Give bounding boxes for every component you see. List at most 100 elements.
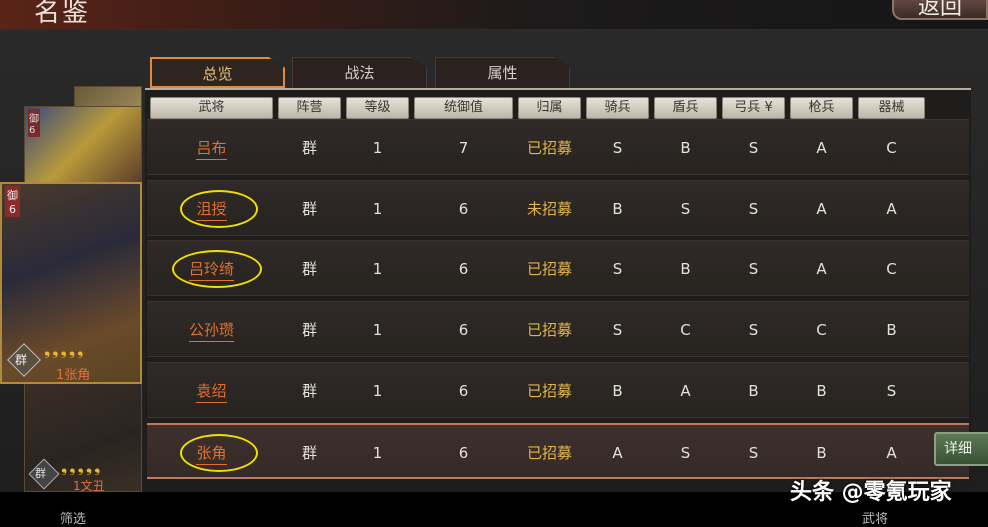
general-card[interactable]: 御6 <box>24 106 142 186</box>
cell-cost: 6 <box>458 260 469 278</box>
cell-shield: A <box>680 382 691 400</box>
cell-camp: 群 <box>301 382 317 400</box>
page-title: 名鉴 <box>34 0 91 28</box>
card-badge: 御6 <box>5 186 20 217</box>
cell-spear: B <box>816 382 827 400</box>
highlight-circle <box>180 434 258 472</box>
cell-shield: B <box>680 260 691 278</box>
cell-status: 已招募 <box>526 321 572 339</box>
title-bar: 名鉴 <box>0 0 988 30</box>
column-header-shield[interactable]: 盾兵 <box>654 97 717 119</box>
cell-spear: A <box>816 200 827 218</box>
column-header-siege[interactable]: 器械 <box>858 97 925 119</box>
cell-siege: A <box>886 200 897 218</box>
general-card[interactable]: ❟❟❟❟❟ 群 1文丑 <box>24 380 142 493</box>
column-header-cavalry[interactable]: 骑兵 <box>586 97 649 119</box>
tab-overview[interactable]: 总览 <box>150 57 285 88</box>
rarity-icons: ❟❟❟❟❟ <box>61 457 103 476</box>
highlight-circle <box>180 190 258 228</box>
column-header-general[interactable]: 武将 <box>150 97 273 119</box>
cell-camp: 群 <box>301 444 317 462</box>
detail-button[interactable]: 详细 <box>934 432 988 466</box>
cell-camp: 群 <box>301 260 317 278</box>
cell-cost: 6 <box>458 444 469 462</box>
cell-status: 已招募 <box>526 382 572 400</box>
cell-level: 1 <box>372 260 383 278</box>
cell-level: 1 <box>372 321 383 339</box>
cell-shield: S <box>680 444 691 462</box>
cell-archer: S <box>748 444 759 462</box>
card-label: 1张角 <box>56 368 91 383</box>
cell-cost: 6 <box>458 200 469 218</box>
cell-shield: C <box>680 321 691 339</box>
cell-siege: A <box>886 444 897 462</box>
cell-archer: B <box>748 382 759 400</box>
general-name-link[interactable]: 公孙瓒 <box>188 321 234 342</box>
card-label: 1文丑 <box>73 479 105 493</box>
table-row[interactable]: 吕布 群 1 7 已招募 S B S A C <box>147 119 969 175</box>
cell-cost: 6 <box>458 321 469 339</box>
column-header-spear[interactable]: 枪兵 <box>790 97 853 119</box>
cell-siege: C <box>886 139 897 157</box>
cell-archer: S <box>748 200 759 218</box>
camp-badge: 群 <box>15 353 28 367</box>
cell-spear: A <box>816 260 827 278</box>
cell-archer: S <box>748 321 759 339</box>
cell-general: 公孙瓒 <box>150 302 273 358</box>
cell-level: 1 <box>372 444 383 462</box>
table-row[interactable]: 袁绍 群 1 6 已招募 B A B B S <box>147 362 969 418</box>
generals-count-label: 武将 <box>862 512 889 527</box>
cell-siege: S <box>886 382 897 400</box>
cell-status: 未招募 <box>526 200 572 218</box>
column-header-level[interactable]: 等级 <box>346 97 409 119</box>
cell-cavalry: S <box>612 139 623 157</box>
rarity-icons: ❟❟❟❟❟ <box>44 340 86 359</box>
double-chevron-down-icon: ¥ <box>764 100 773 115</box>
column-header-cost[interactable]: 统御值 <box>414 97 513 119</box>
cell-shield: S <box>680 200 691 218</box>
cell-spear: C <box>816 321 827 339</box>
cell-cavalry: B <box>612 200 623 218</box>
cell-cost: 6 <box>458 382 469 400</box>
tab-attributes[interactable]: 属性 <box>435 57 570 88</box>
filter-button[interactable]: 筛选 <box>60 508 86 527</box>
cell-general: 袁绍 <box>150 363 273 419</box>
cell-status: 已招募 <box>526 139 572 157</box>
cell-spear: A <box>816 139 827 157</box>
cell-level: 1 <box>372 200 383 218</box>
cell-cost: 7 <box>458 139 469 157</box>
column-header-archer[interactable]: 弓兵 ¥ <box>722 97 785 119</box>
cell-status: 已招募 <box>526 444 572 462</box>
cell-camp: 群 <box>301 321 317 339</box>
column-header-camp[interactable]: 阵营 <box>278 97 341 119</box>
table-row[interactable]: 吕玲绮群 1 6 已招募 S B S A C <box>147 240 969 296</box>
tab-tactics[interactable]: 战法 <box>292 57 427 88</box>
cell-cavalry: S <box>612 260 623 278</box>
column-header-status[interactable]: 归属 <box>518 97 581 119</box>
highlight-circle <box>172 250 262 288</box>
cell-cavalry: B <box>612 382 623 400</box>
cell-siege: C <box>886 260 897 278</box>
cell-level: 1 <box>372 139 383 157</box>
table-row[interactable]: 张角群 1 6 已招募 A S S B A <box>147 423 969 479</box>
table-row[interactable]: 沮授群 1 6 未招募 B S S A A <box>147 180 969 236</box>
watermark: 头条 @零氪玩家 <box>790 480 952 505</box>
selected-general-card[interactable]: 御6 群 ❟❟❟❟❟ 1张角 <box>0 182 142 384</box>
general-name-link[interactable]: 吕布 <box>196 139 227 160</box>
table-row[interactable]: 公孙瓒 群 1 6 已招募 S C S C B <box>147 301 969 357</box>
cell-archer: S <box>748 260 759 278</box>
cell-camp: 群 <box>301 139 317 157</box>
general-name-link[interactable]: 袁绍 <box>196 382 227 403</box>
cell-cavalry: S <box>612 321 623 339</box>
cell-shield: B <box>680 139 691 157</box>
cell-archer: S <box>748 139 759 157</box>
back-button[interactable]: 返回 <box>892 0 988 20</box>
cell-camp: 群 <box>301 200 317 218</box>
cell-status: 已招募 <box>526 260 572 278</box>
cell-cavalry: A <box>612 444 623 462</box>
cell-spear: B <box>816 444 827 462</box>
card-badge: 御6 <box>28 109 40 137</box>
cell-general: 吕布 <box>150 120 273 176</box>
camp-badge: 群 <box>35 467 46 480</box>
cell-level: 1 <box>372 382 383 400</box>
